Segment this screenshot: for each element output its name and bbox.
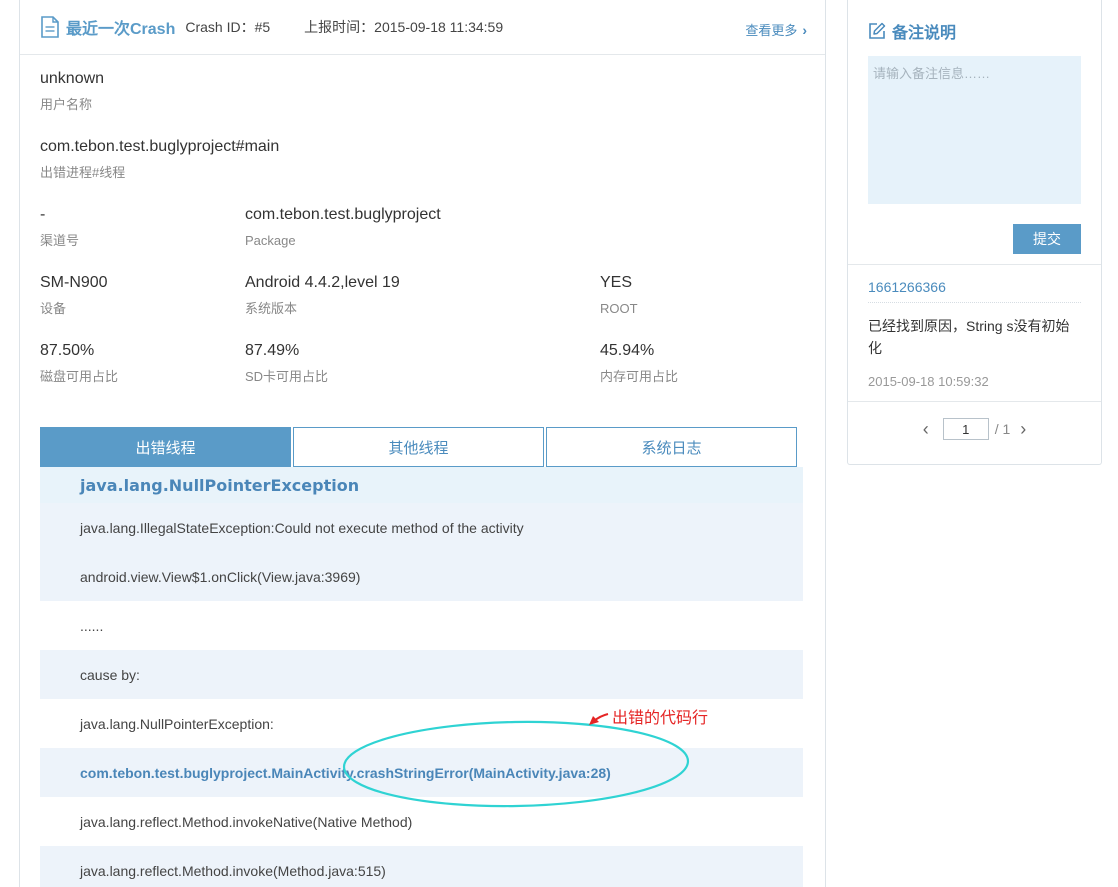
divider (868, 302, 1081, 303)
comment-user[interactable]: 1661266366 (868, 279, 946, 295)
panel-header: 最近一次Crash Crash ID：#5 上报时间：2015-09-18 11… (20, 0, 825, 55)
field-root: YES ROOT (600, 273, 638, 317)
field-process: com.tebon.test.buglyproject#main 出错进程#线程 (40, 137, 279, 181)
stack-line-error: com.tebon.test.buglyproject.MainActivity… (40, 748, 803, 797)
tab-other-threads[interactable]: 其他线程 (293, 427, 544, 467)
field-os-version: Android 4.4.2,level 19 系统版本 (245, 273, 400, 317)
exception-title: java.lang.NullPointerException (40, 467, 803, 503)
edit-icon (868, 22, 886, 40)
field-label: 磁盘可用占比 (40, 369, 119, 384)
tab-system-log[interactable]: 系统日志 (546, 427, 797, 467)
chevron-right-icon[interactable]: › (1010, 420, 1036, 438)
field-value: com.tebon.test.buglyproject#main (40, 138, 280, 155)
document-icon (40, 16, 60, 38)
field-label: 出错进程#线程 (40, 165, 126, 180)
field-label: 内存可用占比 (600, 369, 679, 384)
panel-title: 最近一次Crash (66, 21, 176, 38)
thread-tabs: 出错线程 其他线程 系统日志 (40, 427, 797, 467)
field-label: SD卡可用占比 (245, 369, 329, 384)
stack-line: java.lang.reflect.Method.invokeNative(Na… (80, 813, 413, 830)
field-disk: 87.50% 磁盘可用占比 (40, 341, 118, 385)
field-channel: - 渠道号 (40, 205, 79, 249)
field-label: Package (245, 233, 296, 248)
chevron-left-icon[interactable]: ‹ (913, 420, 939, 438)
view-more-label: 查看更多 (745, 23, 798, 38)
crash-id: Crash ID：#5 (185, 19, 271, 35)
remarks-title-label: 备注说明 (892, 25, 957, 42)
field-label: 系统版本 (245, 301, 298, 316)
field-label: 渠道号 (40, 233, 80, 248)
divider (848, 264, 1101, 265)
field-value: SM-N900 (40, 274, 108, 291)
chevron-right-icon: › (802, 21, 807, 38)
annotation-label: 出错的代码行 (612, 710, 709, 727)
tab-error-thread[interactable]: 出错线程 (40, 427, 291, 467)
field-memory: 45.94% 内存可用占比 (600, 341, 678, 385)
field-package: com.tebon.test.buglyproject Package (245, 205, 441, 249)
field-label: 用户名称 (40, 97, 93, 112)
page-number-input[interactable] (942, 418, 989, 440)
field-device: SM-N900 设备 (40, 273, 108, 317)
field-value: com.tebon.test.buglyproject (245, 206, 441, 223)
stack-line: ...... (80, 617, 104, 634)
comment-text: 已经找到原因，String s没有初始化 (868, 318, 1070, 356)
field-value: 87.50% (40, 342, 95, 359)
field-label: ROOT (600, 301, 638, 316)
submit-button[interactable]: 提交 (1013, 224, 1081, 254)
page-total: / 1 (994, 421, 1011, 437)
report-time: 上报时间：2015-09-18 11:34:59 (304, 19, 504, 35)
field-value: 87.49% (245, 342, 300, 359)
comment-time: 2015-09-18 10:59:32 (868, 374, 989, 389)
field-user: unknown 用户名称 (40, 69, 104, 113)
stack-line: java.lang.IllegalStateException:Could no… (40, 503, 803, 552)
remarks-panel: 备注说明 提交 1661266366 已经找到原因，String s没有初始化 … (847, 0, 1102, 465)
field-value: unknown (40, 70, 105, 87)
divider (848, 401, 1101, 402)
remark-input[interactable] (868, 56, 1081, 204)
pagination: ‹ / 1 › (848, 418, 1101, 440)
field-value: YES (600, 274, 633, 291)
stack-line: android.view.View$1.onClick(View.java:39… (40, 552, 803, 601)
stack-trace: java.lang.NullPointerException java.lang… (40, 467, 803, 887)
field-label: 设备 (40, 301, 67, 316)
field-value: 45.94% (600, 342, 655, 359)
field-value: - (40, 206, 46, 223)
remarks-title: 备注说明 (868, 19, 956, 43)
view-more-link[interactable]: 查看更多 › (745, 20, 807, 39)
latest-crash-panel: 最近一次Crash Crash ID：#5 上报时间：2015-09-18 11… (19, 0, 826, 887)
field-sdcard: 87.49% SD卡可用占比 (245, 341, 328, 385)
field-value: Android 4.4.2,level 19 (245, 274, 400, 291)
stack-line: cause by: (40, 650, 803, 699)
stack-line: java.lang.reflect.Method.invoke(Method.j… (40, 846, 803, 887)
